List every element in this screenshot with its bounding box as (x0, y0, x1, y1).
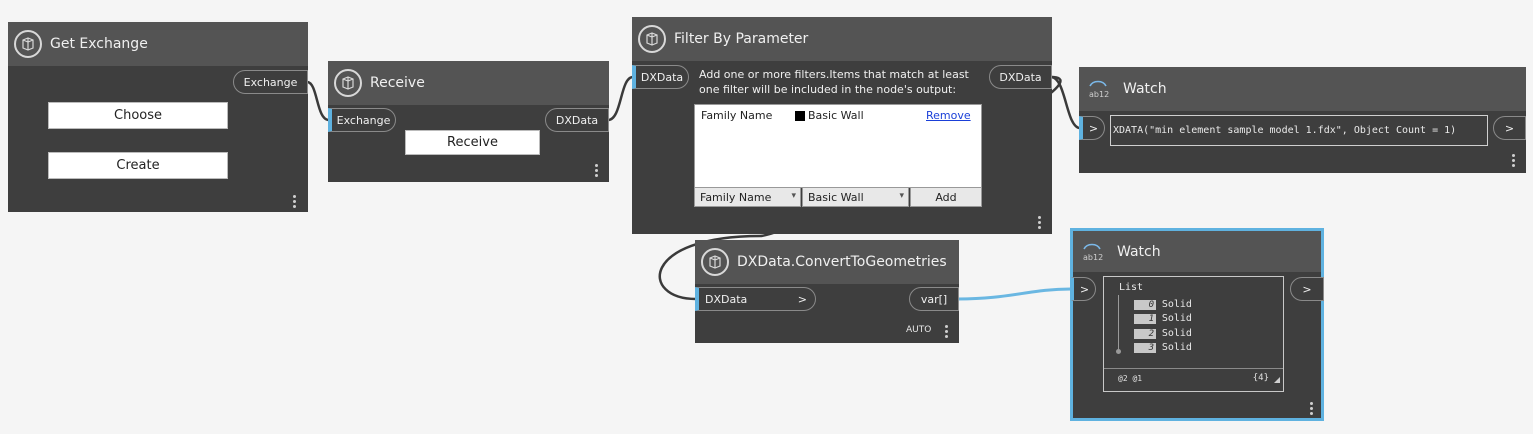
watch-ab12-icon: ab12 (1087, 78, 1109, 100)
node-header[interactable]: ab12 Watch (1073, 231, 1321, 272)
list-item: 1 Solid (1134, 310, 1192, 324)
resize-grip-icon[interactable] (1274, 377, 1280, 383)
dynamo-node-icon (14, 30, 42, 58)
wire-receive-filter (607, 75, 634, 122)
filter-param: Family Name (701, 109, 773, 122)
output-port[interactable]: > (1493, 116, 1526, 140)
list-value: Solid (1161, 342, 1192, 353)
input-port-exchange[interactable]: Exchange (328, 108, 396, 132)
output-port-var[interactable]: var[] (909, 287, 959, 311)
node-filter-by-parameter[interactable]: Filter By Parameter DXData DXData Add on… (632, 17, 1052, 234)
node-watch-2[interactable]: ab12 Watch > > List 0 Solid 1 Solid 2 So… (1070, 228, 1324, 421)
list-index: 3 (1134, 343, 1156, 353)
dynamo-node-icon (701, 248, 729, 276)
chevron-right-icon: > (797, 292, 807, 306)
node-title: Receive (370, 75, 425, 91)
input-port[interactable]: > (1079, 116, 1105, 140)
dynamo-node-icon (334, 69, 362, 97)
output-port-dxdata[interactable]: DXData (989, 65, 1052, 89)
wire-convert-watch2 (957, 287, 1072, 301)
lacing-label[interactable]: AUTO (906, 325, 931, 335)
node-menu-icon[interactable] (944, 324, 948, 338)
list-index: 2 (1134, 329, 1156, 339)
dynamo-node-icon (638, 25, 666, 53)
input-port-dxdata[interactable]: DXData > (695, 287, 816, 311)
node-title: DXData.ConvertToGeometries (737, 254, 947, 270)
list-item: 3 Solid (1134, 339, 1192, 353)
list-count: {4} (1252, 373, 1269, 383)
watch-ab12-icon: ab12 (1081, 241, 1103, 263)
wire-filter-watch1 (1050, 75, 1081, 130)
input-port[interactable]: > (1070, 277, 1096, 301)
node-header[interactable]: Get Exchange (8, 22, 308, 66)
node-title: Get Exchange (50, 36, 148, 52)
chevron-down-icon: ▾ (899, 191, 904, 201)
node-receive[interactable]: Receive Exchange DXData Receive (328, 61, 609, 182)
list-item: 2 Solid (1134, 325, 1192, 339)
list-footer-divider (1104, 368, 1283, 369)
remove-link[interactable]: Remove (926, 109, 971, 122)
node-header[interactable]: ab12 Watch (1079, 67, 1526, 111)
value-select[interactable]: Basic Wall ▾ (802, 187, 909, 207)
tree-dot (1116, 349, 1121, 354)
list-value: Solid (1161, 328, 1192, 339)
node-menu-icon[interactable] (1309, 401, 1313, 415)
input-port-dxdata[interactable]: DXData (632, 65, 689, 89)
node-header[interactable]: DXData.ConvertToGeometries (695, 240, 959, 284)
output-port-exchange[interactable]: Exchange (233, 70, 308, 94)
watch-value: XDATA("min element sample model 1.fdx", … (1110, 115, 1488, 146)
filter-value: Basic Wall (808, 109, 864, 122)
list-index: 1 (1134, 314, 1156, 324)
list-value: Solid (1161, 299, 1192, 310)
node-title: Watch (1117, 243, 1161, 260)
node-menu-icon[interactable] (292, 194, 296, 208)
node-watch-1[interactable]: ab12 Watch > XDATA("min element sample m… (1079, 67, 1526, 173)
add-filter-button[interactable]: Add (910, 187, 982, 207)
node-header[interactable]: Receive (328, 61, 609, 105)
tree-line (1118, 295, 1119, 351)
choose-button[interactable]: Choose (48, 102, 228, 129)
node-title: Filter By Parameter (674, 31, 809, 47)
output-port-dxdata[interactable]: DXData (545, 108, 609, 132)
node-menu-icon[interactable] (594, 163, 598, 177)
list-index: 0 (1134, 300, 1156, 310)
svg-text:ab12: ab12 (1083, 253, 1103, 262)
node-header[interactable]: Filter By Parameter (632, 17, 1052, 61)
wire-exchange (306, 80, 330, 122)
svg-text:ab12: ab12 (1089, 90, 1109, 99)
node-menu-icon[interactable] (1511, 153, 1515, 167)
param-select[interactable]: Family Name ▾ (694, 187, 801, 207)
list-label: List (1119, 282, 1144, 293)
list-value: Solid (1161, 313, 1192, 324)
create-button[interactable]: Create (48, 152, 228, 179)
list-item: Family Name Basic Wall Remove (701, 109, 981, 125)
node-convert-to-geometries[interactable]: DXData.ConvertToGeometries DXData > var[… (695, 240, 959, 343)
list-item: 0 Solid (1134, 296, 1192, 310)
color-swatch (795, 111, 805, 121)
watch-list-view: List 0 Solid 1 Solid 2 Solid 3 Solid @2 … (1103, 276, 1284, 392)
node-menu-icon[interactable] (1037, 215, 1041, 229)
node-title: Watch (1123, 81, 1167, 97)
chevron-down-icon: ▾ (791, 191, 796, 201)
list-levels: @2 @1 (1118, 374, 1143, 383)
filter-description: Add one or more filters.Items that match… (699, 68, 969, 96)
output-port[interactable]: > (1290, 277, 1324, 301)
value-select-value: Basic Wall (808, 190, 864, 204)
filter-list: Family Name Basic Wall Remove (694, 104, 982, 188)
receive-button[interactable]: Receive (405, 130, 540, 155)
node-get-exchange[interactable]: Get Exchange Exchange Choose Create (8, 22, 308, 212)
param-select-value: Family Name (700, 190, 772, 204)
input-port-label: DXData (705, 292, 748, 306)
